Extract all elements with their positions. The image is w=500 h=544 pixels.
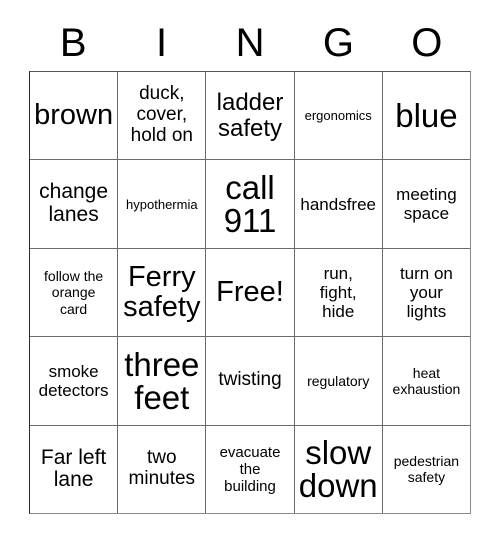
bingo-cell-label: twisting — [218, 369, 282, 391]
bingo-cell[interactable]: turn on your lights — [381, 248, 470, 337]
bingo-cell-label: Ferry safety — [123, 260, 201, 323]
bingo-cell[interactable]: handsfree — [293, 160, 382, 248]
bingo-cell[interactable]: hypothermia — [117, 160, 205, 248]
bingo-header-letter-g: G — [322, 20, 354, 65]
bingo-cell[interactable]: heat exhaustion — [381, 337, 470, 425]
bingo-cell-label: duck, cover, hold on — [130, 83, 193, 147]
bingo-cell-label: call 911 — [223, 169, 277, 240]
bingo-cell[interactable]: Ferry safety — [117, 248, 205, 337]
bingo-cell[interactable]: smoke detectors — [30, 337, 117, 424]
bingo-cell-label: three feet — [124, 345, 200, 416]
bingo-cell[interactable]: run, fight, hide — [293, 248, 382, 337]
bingo-cell[interactable]: pedestrian safety — [381, 425, 470, 514]
bingo-cell[interactable]: ergonomics — [293, 72, 382, 160]
bingo-cell[interactable]: evacuate the building — [205, 425, 293, 514]
bingo-cell-label: ladder safety — [216, 89, 284, 142]
bingo-cell-label: handsfree — [300, 194, 377, 214]
bingo-cell[interactable]: twisting — [205, 337, 293, 425]
bingo-cell-label: regulatory — [307, 372, 370, 389]
bingo-cell[interactable]: call 911 — [205, 160, 293, 248]
bingo-card: B I N G O brown duck, cover, hold on lad… — [0, 0, 500, 544]
bingo-cell-label: two minutes — [128, 447, 196, 490]
bingo-cell-label: change lanes — [39, 180, 109, 227]
bingo-cell[interactable]: slow down — [293, 425, 382, 514]
bingo-header-letter-b: B — [59, 20, 87, 65]
bingo-free-space-label: Free! — [216, 275, 284, 308]
bingo-row: Far left lane two minutes evacuate the b… — [30, 424, 470, 514]
bingo-cell-label: smoke detectors — [38, 361, 109, 400]
bingo-row: smoke detectors three feet twisting regu… — [30, 336, 470, 425]
bingo-cell-label: ergonomics — [304, 108, 372, 124]
bingo-header-row: B I N G O — [29, 14, 471, 71]
bingo-cell-label: meeting space — [396, 185, 457, 224]
bingo-cell-label: hypothermia — [126, 196, 198, 212]
bingo-cell-label: brown — [34, 98, 114, 131]
bingo-row: brown duck, cover, hold on ladder safety… — [30, 72, 470, 160]
bingo-row: follow the orange card Ferry safety Free… — [30, 247, 470, 337]
bingo-cell-label: turn on your lights — [399, 263, 453, 322]
bingo-cell[interactable]: brown — [30, 72, 117, 159]
bingo-cell-label: slow down — [298, 434, 378, 505]
bingo-cell[interactable]: follow the orange card — [30, 249, 117, 336]
bingo-header-letter-o: O — [411, 20, 443, 65]
bingo-cell[interactable]: Far left lane — [30, 426, 117, 513]
bingo-cell[interactable]: duck, cover, hold on — [117, 72, 205, 160]
bingo-cell[interactable]: ladder safety — [205, 72, 293, 160]
bingo-cell[interactable]: change lanes — [30, 160, 117, 247]
bingo-cell[interactable]: meeting space — [381, 160, 470, 248]
bingo-cell-label: Far left lane — [40, 445, 107, 492]
bingo-cell[interactable]: blue — [381, 72, 470, 160]
bingo-cell-label: evacuate the building — [219, 443, 281, 495]
bingo-grid: brown duck, cover, hold on ladder safety… — [29, 71, 471, 514]
bingo-cell-label: run, fight, hide — [319, 263, 357, 322]
bingo-cell-free[interactable]: Free! — [205, 248, 293, 337]
bingo-row: change lanes hypothermia call 911 handsf… — [30, 159, 470, 248]
bingo-cell-label: blue — [395, 97, 458, 135]
bingo-cell[interactable]: three feet — [117, 337, 205, 425]
bingo-cell-label: heat exhaustion — [392, 364, 461, 397]
bingo-cell[interactable]: regulatory — [293, 337, 382, 425]
bingo-cell-label: pedestrian safety — [393, 453, 460, 486]
bingo-cell-label: follow the orange card — [44, 268, 104, 317]
bingo-header-letter-n: N — [235, 20, 265, 65]
bingo-header-letter-i: I — [156, 20, 168, 65]
bingo-cell[interactable]: two minutes — [117, 425, 205, 514]
